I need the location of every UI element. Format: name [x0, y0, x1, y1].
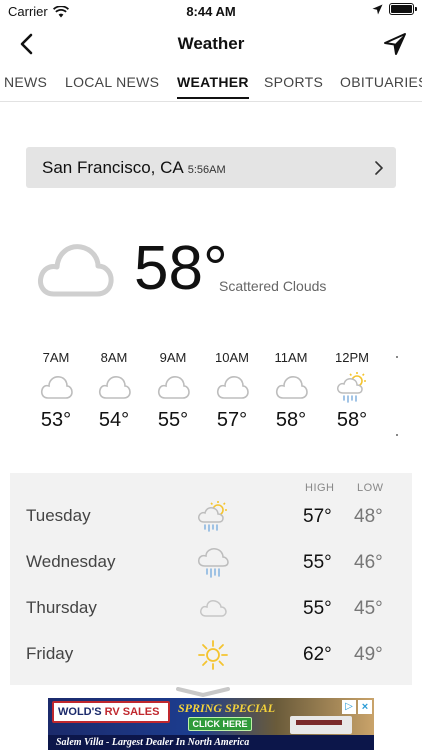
daily-row[interactable]: Tuesday 57° 48°	[10, 494, 412, 540]
day-high: 62°	[303, 644, 332, 665]
ad-brand-prefix: WOLD'S	[58, 706, 102, 718]
ad-promo: SPRING SPECIAL	[178, 701, 276, 715]
hour-time: 11AM	[274, 350, 308, 365]
tab-weather[interactable]: WEATHER	[177, 74, 249, 99]
ad-banner[interactable]: WOLD'S RV SALES SPRING SPECIAL CLICK HER…	[48, 698, 374, 750]
hourly-item: 7AM 53°	[26, 350, 86, 432]
low-header: LOW	[357, 482, 384, 494]
day-name: Thursday	[26, 598, 97, 617]
chevron-right-icon	[375, 161, 383, 175]
battery-icon	[389, 3, 417, 15]
nav-bar: Weather	[0, 22, 422, 66]
current-temp: 58°	[134, 234, 228, 303]
cloud-icon	[216, 376, 249, 399]
day-low: 48°	[354, 506, 383, 527]
ad-tagline: Salem Villa - Largest Dealer In North Am…	[48, 735, 374, 750]
hour-temp: 57°	[216, 409, 248, 431]
hourly-item: 10AM 57°	[202, 350, 262, 432]
status-time: 8:44 AM	[186, 4, 236, 19]
cloud-icon	[40, 376, 73, 399]
location-selector[interactable]: San Francisco, CA 5:56AM	[26, 147, 396, 188]
current-condition: Scattered Clouds	[219, 278, 327, 294]
hour-time: 10AM	[215, 350, 249, 365]
ad-brand: WOLD'S RV SALES	[52, 701, 170, 723]
location-city: San Francisco, CA	[42, 158, 184, 177]
cloud-icon	[38, 244, 114, 297]
location-arrow-icon[interactable]	[382, 31, 408, 57]
more-indicator	[396, 356, 398, 358]
tab-sports[interactable]: SPORTS	[264, 74, 323, 90]
status-right	[372, 3, 417, 15]
day-low: 46°	[354, 552, 383, 573]
hour-temp: 58°	[336, 409, 368, 431]
hour-time: 12PM	[335, 350, 369, 365]
day-high: 57°	[303, 506, 332, 527]
cloud-icon	[98, 376, 131, 399]
ad-cta-button[interactable]: CLICK HERE	[188, 717, 252, 731]
rain-icon	[198, 548, 229, 578]
ad-choices-icon[interactable]: ▷	[342, 700, 356, 714]
daily-row[interactable]: Wednesday 55° 46°	[10, 540, 412, 586]
hourly-forecast: 7AM 53° 8AM 54° 9AM 55° 10AM 57° 11AM 58…	[0, 350, 422, 450]
cloud-icon	[275, 376, 308, 399]
day-high: 55°	[303, 598, 332, 619]
daily-row[interactable]: Thursday 55° 45°	[10, 586, 412, 632]
sun-rain-icon	[198, 501, 227, 532]
status-bar: Carrier 8:44 AM	[0, 0, 422, 22]
category-tabs: NEWS LOCAL NEWS WEATHER SPORTS OBITUARIE…	[0, 66, 422, 102]
day-low: 45°	[354, 598, 383, 619]
daily-row[interactable]: Friday 62° 49°	[10, 632, 412, 678]
hour-time: 8AM	[100, 350, 128, 365]
location-time: 5:56AM	[187, 164, 226, 176]
hour-temp: 55°	[157, 409, 189, 431]
ad-brand-rv: RV SALES	[104, 706, 160, 718]
sun-icon	[198, 640, 228, 670]
location-city-row: San Francisco, CA 5:56AM	[42, 158, 226, 178]
day-name: Tuesday	[26, 506, 91, 525]
day-name: Friday	[26, 644, 74, 663]
current-conditions: 58° Scattered Clouds	[0, 228, 422, 318]
hourly-item: 9AM 55°	[143, 350, 203, 432]
day-name: Wednesday	[26, 552, 116, 571]
hour-time: 9AM	[159, 350, 187, 365]
high-header: HIGH	[305, 482, 335, 494]
hourly-item: 11AM 58°	[261, 350, 321, 432]
more-indicator	[396, 434, 398, 436]
ad-rv-image	[290, 716, 352, 734]
sun-rain-icon	[337, 372, 366, 403]
day-low: 49°	[354, 644, 383, 665]
hourly-item: 12PM 58°	[322, 350, 382, 432]
hour-temp: 58°	[275, 409, 307, 431]
hour-time: 7AM	[42, 350, 70, 365]
tab-obituaries[interactable]: OBITUARIES	[340, 74, 422, 90]
tab-local-news[interactable]: LOCAL NEWS	[65, 74, 159, 90]
page-title: Weather	[177, 34, 245, 53]
chevron-down-icon[interactable]	[176, 687, 230, 697]
hourly-item: 8AM 54°	[84, 350, 144, 432]
tab-news[interactable]: NEWS	[4, 74, 47, 90]
location-arrow-icon	[372, 4, 383, 14]
ad-close-button[interactable]: ×	[358, 700, 372, 714]
daily-forecast: HIGH LOW Tuesday 57° 48° Wednesday 55° 4…	[10, 473, 412, 685]
hour-temp: 54°	[98, 409, 130, 431]
hour-temp: 53°	[40, 409, 72, 431]
cloud-icon	[200, 600, 227, 617]
day-high: 55°	[303, 552, 332, 573]
cloud-icon	[157, 376, 190, 399]
